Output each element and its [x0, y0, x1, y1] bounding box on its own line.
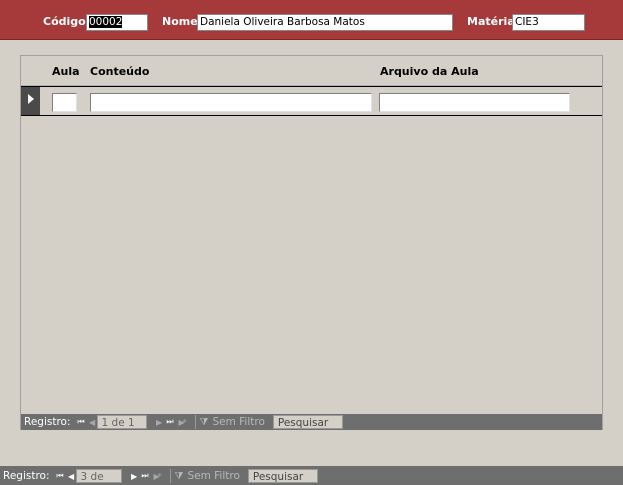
main-nav-controls: Registro: ⏮ ◀ 3 de 83 ▶ ⏭ ▶* ⧩ Sem Filtr…	[0, 468, 360, 484]
new-record-icon[interactable]: ▶*	[150, 469, 164, 483]
filter-icon: ⧩	[174, 470, 184, 482]
new-record-icon[interactable]: ▶*	[175, 415, 189, 429]
codigo-label: Código	[43, 15, 86, 28]
conteudo-cell[interactable]	[90, 93, 372, 112]
main-record-counter[interactable]: 3 de 83	[75, 469, 122, 483]
current-record-icon	[28, 94, 34, 104]
filter-icon: ⧩	[199, 416, 209, 428]
search-input[interactable]: Pesquisar	[272, 415, 343, 429]
filter-label: Sem Filtro	[212, 416, 265, 428]
previous-record-icon[interactable]: ◀	[86, 415, 97, 429]
filter-toggle[interactable]: ⧩ Sem Filtro	[169, 469, 244, 483]
last-record-icon[interactable]: ⏭	[139, 469, 150, 483]
record-selector[interactable]	[21, 87, 40, 115]
materia-field[interactable]: CIE3	[512, 14, 585, 31]
column-header-bar: Aula Conteúdo Arquivo da Aula	[21, 56, 602, 86]
codigo-field[interactable]: 00002	[86, 14, 148, 31]
subform-navigation-bar: Registro: ⏮ ◀ 1 de 1 ▶ ⏭ ▶* ⧩ Sem Filtro…	[21, 414, 602, 430]
first-record-icon[interactable]: ⏮	[54, 469, 65, 483]
arquivo-cell[interactable]	[379, 93, 570, 112]
column-header-aula: Aula	[52, 65, 80, 78]
nome-field[interactable]: Daniela Oliveira Barbosa Matos	[197, 14, 453, 31]
aulas-subform: Aula Conteúdo Arquivo da Aula Registro: …	[20, 55, 603, 430]
next-record-icon[interactable]: ▶	[128, 469, 139, 483]
filter-label: Sem Filtro	[187, 470, 240, 482]
search-input[interactable]: Pesquisar	[247, 469, 318, 483]
next-record-icon[interactable]: ▶	[153, 415, 164, 429]
subform-record-counter[interactable]: 1 de 1	[96, 415, 147, 429]
main-nav-label: Registro:	[3, 470, 50, 482]
form-header: Código 00002 Nome Daniela Oliveira Barbo…	[0, 0, 623, 40]
aula-cell[interactable]	[52, 93, 77, 112]
table-row	[21, 86, 602, 116]
filter-toggle[interactable]: ⧩ Sem Filtro	[194, 415, 269, 429]
column-header-arquivo: Arquivo da Aula	[380, 65, 479, 78]
materia-label: Matéria	[467, 15, 515, 28]
subform-nav-label: Registro:	[24, 416, 71, 428]
last-record-icon[interactable]: ⏭	[164, 415, 175, 429]
first-record-icon[interactable]: ⏮	[75, 415, 86, 429]
column-header-conteudo: Conteúdo	[90, 65, 150, 78]
main-navigation-bar: Registro: ⏮ ◀ 3 de 83 ▶ ⏭ ▶* ⧩ Sem Filtr…	[0, 466, 623, 485]
nome-label: Nome	[162, 15, 198, 28]
previous-record-icon[interactable]: ◀	[65, 469, 76, 483]
